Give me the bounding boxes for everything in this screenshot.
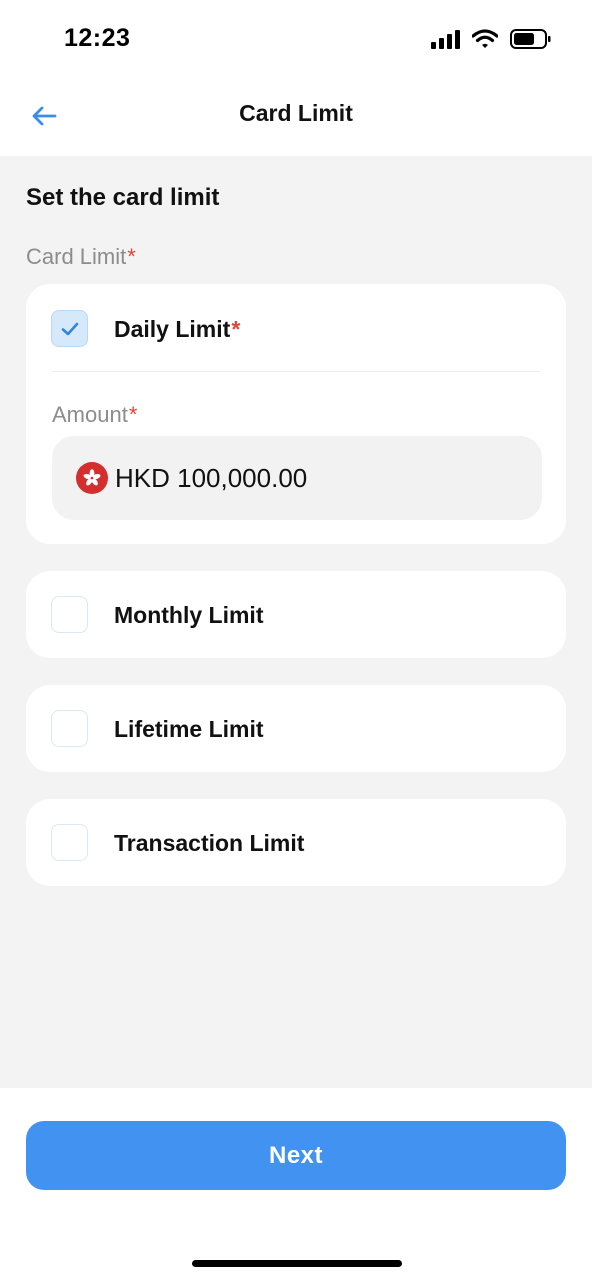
monthly-limit-label: Monthly Limit — [114, 602, 264, 628]
amount-label: Amount* — [52, 402, 137, 428]
card-limit-label: Card Limit* — [26, 244, 136, 270]
home-indicator — [192, 1260, 402, 1267]
bottom-bar: Next — [0, 1088, 592, 1280]
top-area: 12:23 Card Limit — [0, 0, 592, 156]
daily-limit-label-text: Daily Limit — [114, 316, 231, 342]
lifetime-limit-label: Lifetime Limit — [114, 716, 264, 742]
amount-label-text: Amount — [52, 402, 128, 427]
lifetime-limit-card[interactable]: Lifetime Limit — [26, 685, 566, 772]
hk-flag-icon — [76, 462, 108, 494]
cellular-signal-icon — [431, 29, 460, 49]
page-title: Card Limit — [239, 100, 353, 126]
amount-input[interactable]: HKD 100,000.00 — [52, 436, 542, 520]
transaction-limit-checkbox[interactable] — [51, 824, 88, 861]
section-heading: Set the card limit — [26, 184, 220, 211]
daily-limit-label: Daily Limit* — [114, 316, 240, 343]
daily-limit-checkbox[interactable] — [51, 310, 88, 347]
daily-limit-card: Daily Limit* Amount* HKD 100,000.00 — [26, 284, 566, 544]
transaction-limit-label: Transaction Limit — [114, 830, 305, 856]
status-icons — [431, 28, 552, 50]
required-marker: * — [127, 244, 136, 269]
next-button[interactable]: Next — [26, 1121, 566, 1190]
monthly-limit-card[interactable]: Monthly Limit — [26, 571, 566, 658]
required-marker: * — [128, 402, 138, 427]
battery-icon — [510, 29, 551, 49]
status-time: 12:23 — [64, 24, 131, 52]
transaction-limit-card[interactable]: Transaction Limit — [26, 799, 566, 886]
amount-value: HKD 100,000.00 — [115, 462, 308, 493]
card-limit-label-text: Card Limit — [26, 244, 127, 269]
navigation-bar: Card Limit — [0, 80, 592, 156]
wifi-icon — [472, 29, 498, 48]
required-marker: * — [231, 316, 241, 342]
monthly-limit-checkbox[interactable] — [51, 596, 88, 633]
divider — [52, 371, 540, 372]
checkmark-icon — [61, 322, 78, 335]
status-bar: 12:23 — [0, 0, 592, 80]
lifetime-limit-checkbox[interactable] — [51, 710, 88, 747]
